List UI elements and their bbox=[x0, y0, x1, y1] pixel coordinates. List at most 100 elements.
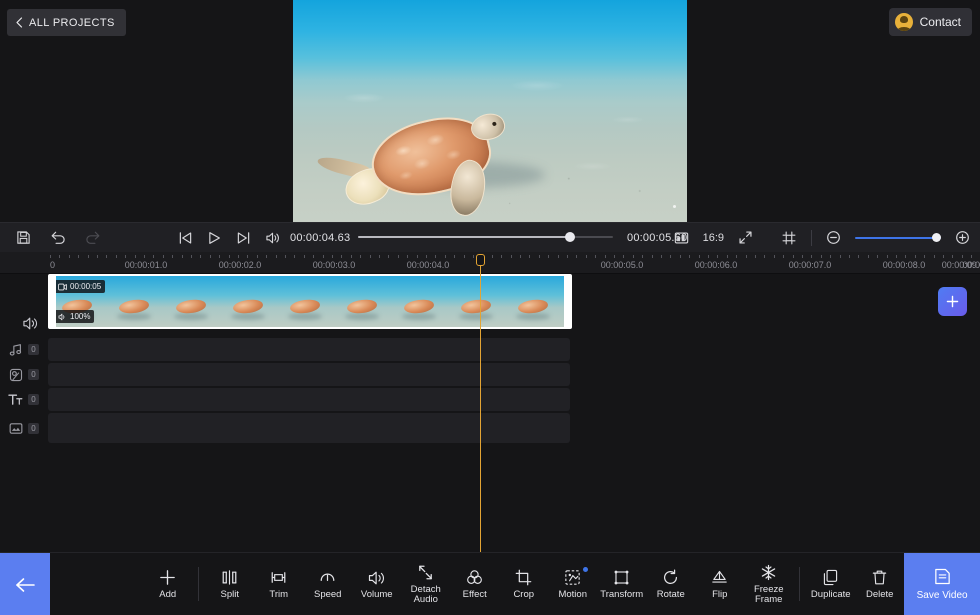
add-track-button[interactable] bbox=[938, 287, 967, 316]
ruler-tick bbox=[661, 255, 662, 258]
ruler-tick bbox=[257, 255, 258, 258]
ruler-tick bbox=[313, 255, 314, 258]
ruler-tick bbox=[576, 255, 577, 258]
ruler-tick bbox=[50, 255, 51, 258]
ruler-tick bbox=[670, 255, 671, 258]
ruler-tick bbox=[492, 255, 493, 258]
tool-effect-button[interactable]: Effect bbox=[450, 568, 499, 600]
ruler-tick bbox=[934, 255, 935, 258]
ruler-tick bbox=[219, 255, 220, 258]
track-header-sticker-track[interactable]: 0 bbox=[0, 363, 46, 386]
ruler-tick bbox=[905, 255, 906, 258]
tool-speed-button[interactable]: Speed bbox=[303, 568, 352, 600]
back-button[interactable] bbox=[0, 553, 50, 615]
ruler-tick bbox=[962, 255, 963, 258]
ruler-tick bbox=[163, 255, 164, 258]
ruler-tick bbox=[435, 255, 436, 258]
video-clip[interactable]: 00:00:05 100% bbox=[48, 274, 570, 329]
motion-icon bbox=[563, 568, 582, 587]
ruler-tick bbox=[764, 255, 765, 258]
seek-bar-handle[interactable] bbox=[565, 232, 575, 242]
ruler-tick bbox=[294, 255, 295, 258]
ruler-tick bbox=[849, 255, 850, 258]
ruler-tick bbox=[793, 255, 794, 258]
aspect-ratio-button[interactable] bbox=[674, 231, 689, 245]
fullscreen-button[interactable] bbox=[738, 230, 753, 245]
track-header-audio-track[interactable]: 0 bbox=[0, 338, 46, 361]
ruler-tick bbox=[379, 255, 380, 258]
speaker-icon bbox=[58, 313, 67, 321]
clip-trim-handle-left[interactable] bbox=[48, 274, 56, 329]
filmstrip-thumbnail bbox=[460, 298, 492, 315]
video-preview[interactable] bbox=[293, 0, 687, 222]
ruler-tick bbox=[586, 255, 587, 258]
ruler-tick bbox=[172, 255, 173, 258]
sticker-track-lane[interactable] bbox=[48, 363, 570, 386]
toolbar-divider bbox=[799, 567, 800, 601]
redo-button[interactable] bbox=[85, 230, 101, 245]
save-button[interactable] bbox=[16, 230, 31, 245]
text-track-lane[interactable] bbox=[48, 388, 570, 411]
track-item-count: 0 bbox=[28, 423, 39, 434]
tool-split-button[interactable]: Split bbox=[205, 568, 254, 600]
ruler-tick bbox=[88, 255, 89, 258]
zoom-slider-handle[interactable] bbox=[932, 233, 941, 242]
ruler-tick bbox=[868, 255, 869, 258]
clip-trim-handle-right[interactable] bbox=[564, 274, 572, 329]
tool-delete-button[interactable]: Delete bbox=[855, 568, 904, 600]
play-button[interactable] bbox=[207, 231, 222, 245]
zoom-out-button[interactable] bbox=[826, 230, 841, 245]
next-frame-button[interactable] bbox=[236, 231, 251, 245]
filmstrip-shadow bbox=[231, 313, 265, 320]
save-video-button[interactable]: Save Video bbox=[904, 553, 980, 615]
track-header-image-track[interactable]: 0 bbox=[0, 413, 46, 443]
image-track-lane[interactable] bbox=[48, 413, 570, 443]
ruler-tick bbox=[755, 255, 756, 258]
zoom-in-button[interactable] bbox=[955, 230, 970, 245]
undo-button[interactable] bbox=[50, 230, 66, 245]
ruler-tick bbox=[445, 255, 446, 258]
ruler-tick bbox=[746, 255, 747, 258]
seek-bar[interactable] bbox=[358, 236, 613, 238]
all-projects-button[interactable]: ALL PROJECTS bbox=[7, 9, 126, 36]
track-item-count: 0 bbox=[28, 394, 39, 405]
audio-track-lane[interactable] bbox=[48, 338, 570, 361]
tool-add-button[interactable]: Add bbox=[143, 568, 192, 600]
ruler-tick bbox=[887, 255, 888, 258]
ruler-tick bbox=[915, 255, 916, 258]
ruler-tick bbox=[821, 255, 822, 258]
effect-icon bbox=[465, 568, 484, 587]
crop-icon bbox=[514, 568, 533, 587]
previous-frame-button[interactable] bbox=[178, 231, 193, 245]
filmstrip-thumbnail bbox=[517, 298, 549, 315]
ruler-tick bbox=[830, 255, 831, 258]
ruler-tick bbox=[971, 255, 972, 258]
preview-volume-button[interactable] bbox=[265, 231, 281, 245]
track-header-text-track[interactable]: 0 bbox=[0, 388, 46, 411]
ruler-time-label: 00:00:05.0 bbox=[601, 260, 644, 270]
contact-button[interactable]: Contact bbox=[889, 8, 972, 36]
tool-volume-button[interactable]: Volume bbox=[352, 569, 401, 600]
tool-flip-button[interactable]: Flip bbox=[695, 568, 744, 600]
ruler-tick bbox=[135, 255, 136, 258]
tool-detach-audio-button[interactable]: Detach Audio bbox=[401, 563, 450, 605]
filmstrip-thumbnail bbox=[403, 298, 435, 315]
ruler-tick bbox=[116, 255, 117, 258]
tool-transform-button[interactable]: Transform bbox=[597, 568, 646, 600]
tool-duplicate-button[interactable]: Duplicate bbox=[806, 568, 855, 600]
tool-trim-button[interactable]: Trim bbox=[254, 568, 303, 600]
tool-label: Detach Audio bbox=[401, 585, 450, 605]
ruler-tick bbox=[595, 255, 596, 258]
tool-freeze-frame-button[interactable]: Freeze Frame bbox=[744, 563, 793, 605]
fit-to-screen-button[interactable] bbox=[781, 230, 797, 246]
timeline-zoom-slider[interactable] bbox=[855, 237, 941, 239]
tool-rotate-button[interactable]: Rotate bbox=[646, 568, 695, 600]
tool-motion-button[interactable]: Motion bbox=[548, 568, 597, 600]
all-projects-label: ALL PROJECTS bbox=[29, 17, 115, 29]
ruler-tick bbox=[332, 255, 333, 258]
filmstrip-shadow bbox=[516, 313, 550, 320]
tool-crop-button[interactable]: Crop bbox=[499, 568, 548, 600]
timeline-ruler[interactable]: 000:00:01.000:00:02.000:00:03.000:00:04.… bbox=[0, 252, 980, 274]
ruler-time-label: 00:00: bbox=[962, 260, 980, 270]
tool-label: Crop bbox=[513, 590, 534, 600]
